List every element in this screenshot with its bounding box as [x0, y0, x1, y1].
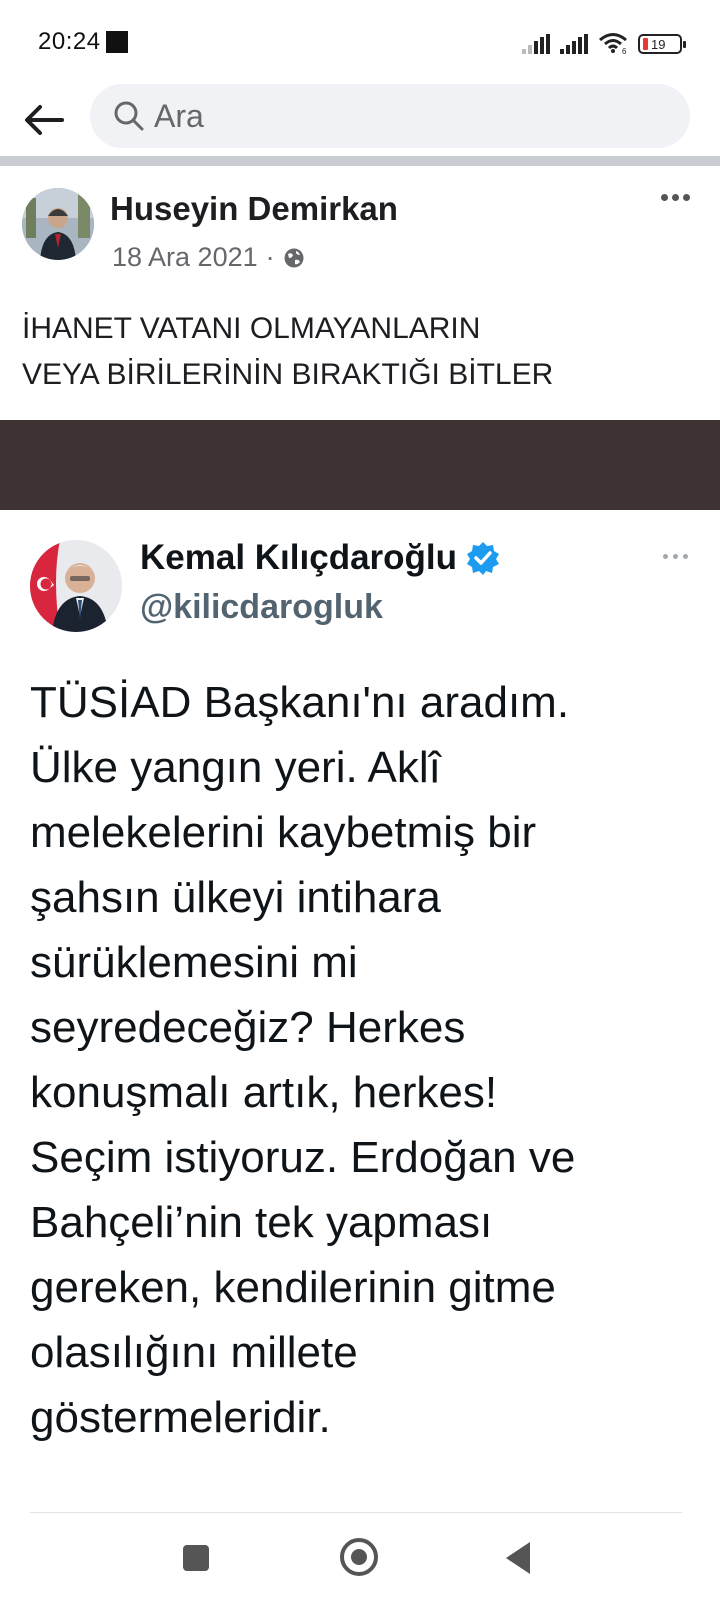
status-bar: 20:24 6 19: [0, 0, 720, 80]
tweet-line: Seçim istiyoruz. Erdoğan ve: [30, 1133, 576, 1182]
post-meta: 18 Ara 2021 ·: [112, 242, 305, 273]
post-date[interactable]: 18 Ara 2021: [112, 242, 258, 273]
signal-icon-2: [560, 34, 588, 54]
search-input[interactable]: [154, 97, 634, 135]
tweet-avatar: [30, 540, 122, 632]
tweet-line: seyredeceğiz? Herkes: [30, 1003, 466, 1052]
tweet-line: konuşmalı artık, herkes!: [30, 1068, 498, 1117]
tweet-screenshot[interactable]: Kemal Kılıçdaroğlu @kilicdarogluk TÜSİAD…: [0, 510, 720, 1513]
verified-badge-icon: [467, 542, 500, 575]
system-back-button[interactable]: [506, 1542, 530, 1574]
tweet-body: TÜSİAD Başkanı'nı aradım. Ülke yangın ye…: [30, 670, 700, 1450]
search-icon: [114, 101, 144, 131]
tweet-line: olasılığını millete: [30, 1328, 358, 1377]
battery-icon: 19: [638, 34, 686, 54]
tweet-line: Ülke yangın yeri. Aklî: [30, 743, 441, 792]
signal-icon-1: [522, 34, 550, 54]
tweet-line: Bahçeli’nin tek yapması: [30, 1198, 493, 1247]
post-text-line: İHANET VATANI OLMAYANLARIN: [22, 312, 481, 345]
tweet-handle: @kilicdarogluk: [140, 588, 383, 626]
author-name[interactable]: Huseyin Demirkan: [110, 190, 398, 228]
tweet-more-icon: [663, 554, 688, 559]
recents-button[interactable]: [183, 1545, 209, 1571]
status-time: 20:24: [38, 28, 101, 55]
search-box[interactable]: [90, 84, 690, 148]
search-header: [0, 80, 720, 158]
tweet-line: gereken, kendilerinin gitme: [30, 1263, 556, 1312]
notification-icon: [106, 31, 128, 53]
status-icons: 6 19: [522, 30, 686, 54]
home-button[interactable]: [340, 1538, 378, 1576]
arrow-left-icon: [25, 105, 64, 135]
tweet-line: sürüklemesini mi: [30, 938, 358, 987]
image-top-band: [0, 420, 720, 510]
header-divider: [0, 156, 720, 166]
post-more-button[interactable]: [661, 194, 690, 201]
meta-separator: ·: [265, 242, 275, 272]
tweet-line: TÜSİAD Başkanı'nı aradım.: [30, 678, 570, 727]
system-nav-bar: [0, 1520, 720, 1600]
svg-text:6: 6: [622, 47, 627, 54]
tweet-author-name: Kemal Kılıçdaroğlu: [140, 538, 458, 577]
author-avatar[interactable]: [22, 188, 94, 260]
tweet-line: şahsın ülkeyi intihara: [30, 873, 441, 922]
tweet-line: melekelerini kaybetmiş bir: [30, 808, 537, 857]
tweet-name-row: Kemal Kılıçdaroğlu: [140, 538, 501, 578]
battery-level: 19: [651, 36, 666, 52]
globe-icon: [284, 248, 304, 267]
post-text: İHANET VATANI OLMAYANLARIN VEYA BİRİLERİ…: [22, 306, 702, 398]
post-text-line: VEYA BİRİLERİNİN BIRAKTIĞI BİTLER: [22, 358, 554, 391]
wifi-icon: 6: [599, 33, 627, 54]
tweet-divider: [30, 1512, 682, 1513]
tweet-line: göstermeleridir.: [30, 1393, 331, 1442]
back-button[interactable]: [18, 94, 70, 146]
